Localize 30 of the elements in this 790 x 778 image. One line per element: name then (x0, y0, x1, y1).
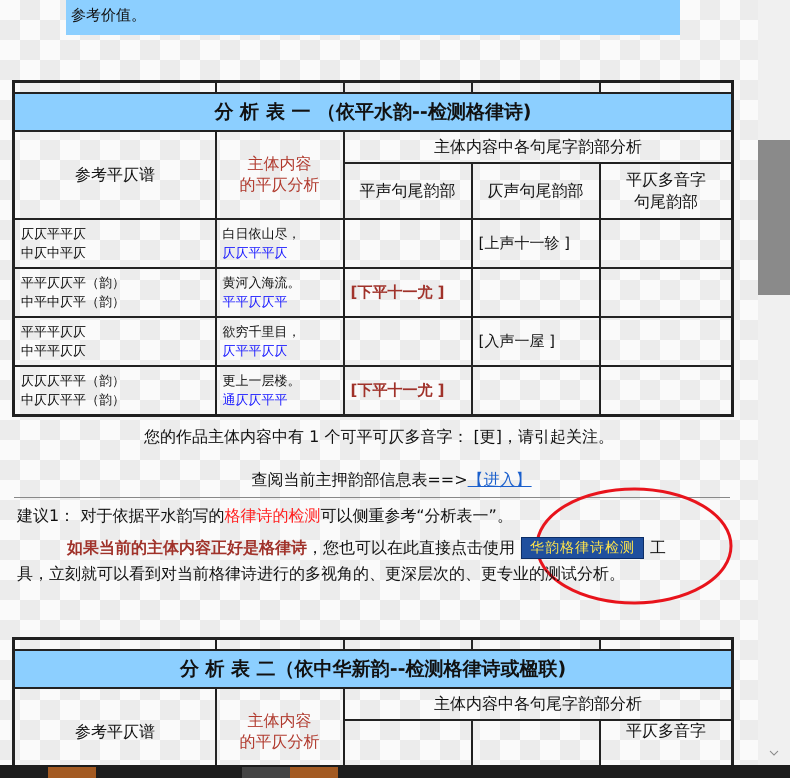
intro-text: 参考价值。 (71, 6, 146, 25)
table-title: 分 析 表 二（依中华新韵--检测格律诗或楹联) (14, 650, 732, 688)
table-title: 分 析 表 一 （依平水韵--检测格律诗) (14, 93, 732, 131)
scrollbar-thumb[interactable] (758, 140, 790, 295)
paragraph-text: 工 (650, 537, 666, 559)
table-cell: 黄河入海流。 平平仄仄平 (216, 268, 344, 317)
column-header: 仄声句尾韵部 (472, 163, 600, 219)
table-cell: [下平十一尤 ] (344, 268, 472, 317)
table-cell: 白日依山尽， 仄仄平平仄 (216, 219, 344, 268)
table-cell: 平平平仄仄 中平平仄仄 (14, 317, 216, 366)
column-header: 主体内容 的平仄分析 (216, 131, 344, 219)
notice-text: 您的作品主体内容中有 1 个可平可仄多音字： [更]，请引起关注。 (143, 427, 615, 448)
table-cell: [入声一屋 ] (472, 317, 600, 366)
check-button[interactable]: 华韵格律诗检测 (521, 537, 644, 559)
table-cell: [上声十一轸 ] (472, 219, 600, 268)
taskbar-button[interactable] (242, 767, 290, 778)
column-header: 平声句尾韵部 (344, 163, 472, 219)
taskbar-button[interactable] (290, 767, 338, 778)
table-cell: 欲穷千里目， 仄平平仄仄 (216, 317, 344, 366)
scroll-down-icon[interactable] (769, 750, 779, 756)
taskbar-button[interactable] (48, 767, 96, 778)
scrollbar[interactable] (758, 0, 790, 765)
table-cell: 仄仄平平仄 中仄中平仄 (14, 219, 216, 268)
column-header: 参考平仄谱 (14, 131, 216, 219)
paragraph-text: ，您也可以在此直接点击使用 (307, 537, 515, 559)
suggestion-text: 建议1： 对于依据平水韵写的格律诗的检测可以侧重参考“分析表一”。 (17, 506, 514, 527)
enter-link[interactable]: 【进入】 (468, 470, 532, 489)
table-cell: 平平仄仄平（韵） 中平中仄平（韵） (14, 268, 216, 317)
lookup-text: 查阅当前主押韵部信息表==> (251, 470, 468, 489)
emphasis-text: 如果当前的主体内容正好是格律诗 (67, 537, 307, 559)
